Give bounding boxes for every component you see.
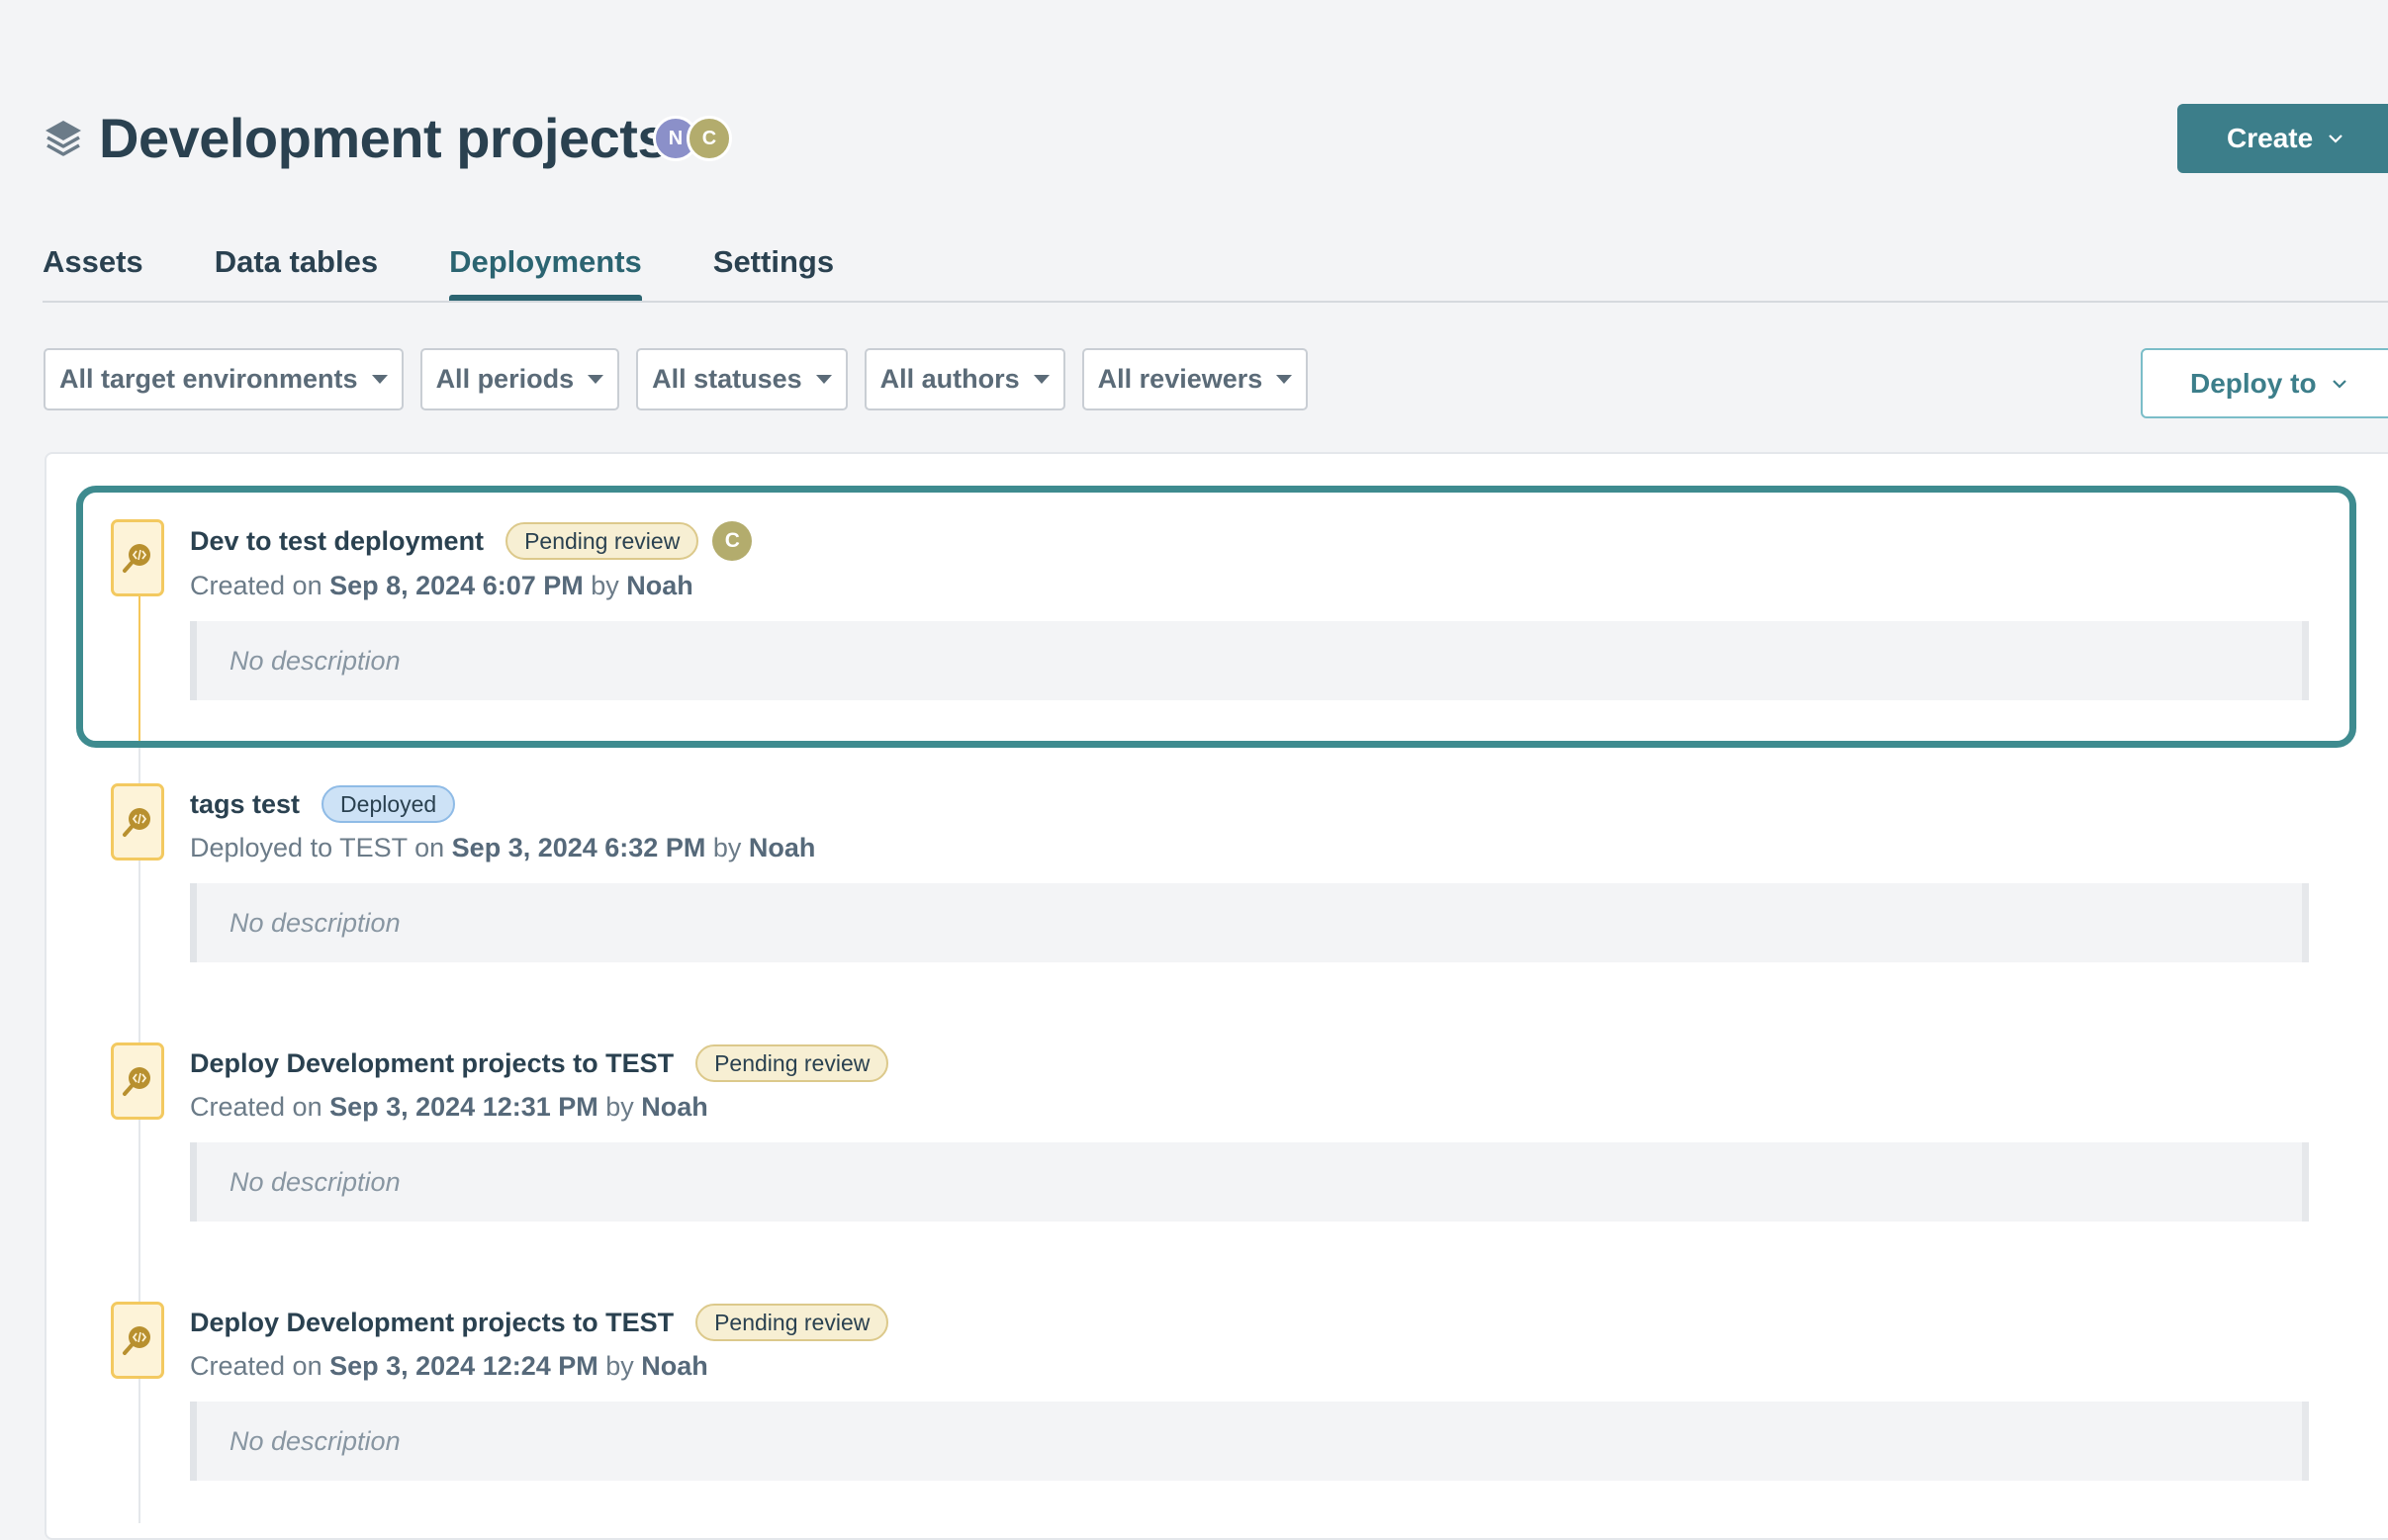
chevron-down-icon (2332, 379, 2346, 389)
status-badge: Pending review (695, 1304, 889, 1341)
selected-deployment-highlight[interactable] (76, 486, 2356, 748)
deployment-description: No description (190, 1402, 2309, 1481)
deployment-body: tags test Deployed Deployed to TEST on S… (190, 785, 2309, 962)
tab-data-tables[interactable]: Data tables (215, 233, 378, 301)
deploy-to-button[interactable]: Deploy to (2141, 348, 2388, 418)
deployment-header: Deploy Development projects to TEST Pend… (190, 1304, 2309, 1341)
avatar[interactable]: C (687, 116, 732, 161)
meta-prefix: Created on (190, 1092, 330, 1122)
create-button-label: Create (2227, 123, 2314, 153)
filter-periods[interactable]: All periods (419, 348, 620, 410)
filter-label: All periods (435, 364, 575, 394)
meta-by: by (705, 833, 749, 862)
caret-down-icon (588, 375, 604, 384)
deployment-meta: Deployed to TEST on Sep 3, 2024 6:32 PM … (190, 833, 2309, 863)
meta-by: by (597, 1092, 642, 1122)
deployment-title[interactable]: Deploy Development projects to TEST (190, 1308, 674, 1338)
meta-prefix: Created on (190, 1351, 330, 1381)
deployment-meta: Created on Sep 3, 2024 12:31 PM by Noah (190, 1092, 2309, 1123)
code-review-icon (111, 1302, 164, 1379)
filter-statuses[interactable]: All statuses (636, 348, 848, 410)
code-review-icon (111, 783, 164, 861)
layers-icon (42, 117, 85, 160)
deploy-to-label: Deploy to (2190, 367, 2317, 399)
meta-by: by (597, 1351, 642, 1381)
collaborator-avatars: N C (653, 116, 732, 161)
filter-label: All statuses (652, 364, 802, 394)
tabs-divider (43, 301, 2388, 303)
tab-deployments[interactable]: Deployments (449, 233, 642, 301)
deployment-author: Noah (641, 1092, 708, 1122)
meta-prefix: Deployed to TEST on (190, 833, 452, 862)
code-review-icon (111, 1042, 164, 1120)
deployment-body: Deploy Development projects to TEST Pend… (190, 1304, 2309, 1481)
filter-reviewers[interactable]: All reviewers (1081, 348, 1309, 410)
caret-down-icon (1033, 375, 1050, 384)
deployment-meta: Created on Sep 3, 2024 12:24 PM by Noah (190, 1351, 2309, 1382)
tab-bar: Assets Data tables Deployments Settings (43, 233, 905, 303)
deployment-body: Deploy Development projects to TEST Pend… (190, 1044, 2309, 1222)
filter-authors[interactable]: All authors (864, 348, 1065, 410)
caret-down-icon (371, 375, 388, 384)
deployment-header: Deploy Development projects to TEST Pend… (190, 1044, 2309, 1082)
filter-label: All target environments (59, 364, 358, 394)
filter-label: All reviewers (1097, 364, 1263, 394)
deployment-date: Sep 3, 2024 12:24 PM (329, 1351, 598, 1381)
deployment-header: tags test Deployed (190, 785, 2309, 823)
deployment-author: Noah (641, 1351, 708, 1381)
status-badge: Deployed (321, 785, 456, 823)
deployment-description: No description (190, 1142, 2309, 1222)
deployment-title[interactable]: Deploy Development projects to TEST (190, 1048, 674, 1079)
deployment-date: Sep 3, 2024 6:32 PM (451, 833, 706, 862)
filter-bar: All target environments All periods All … (44, 348, 1309, 410)
filter-target-environments[interactable]: All target environments (44, 348, 404, 410)
deployment-description: No description (190, 883, 2309, 962)
caret-down-icon (815, 375, 832, 384)
page-title: Development projects (99, 107, 669, 169)
deployment-author: Noah (748, 833, 816, 862)
status-badge: Pending review (695, 1044, 889, 1082)
filter-label: All authors (879, 364, 1020, 394)
deployment-date: Sep 3, 2024 12:31 PM (329, 1092, 598, 1122)
create-button[interactable]: Create (2177, 104, 2388, 173)
tab-settings[interactable]: Settings (713, 233, 834, 301)
caret-down-icon (1276, 375, 1293, 384)
tab-assets[interactable]: Assets (43, 233, 143, 301)
deployment-title[interactable]: tags test (190, 789, 300, 820)
chevron-down-icon (2329, 135, 2342, 143)
